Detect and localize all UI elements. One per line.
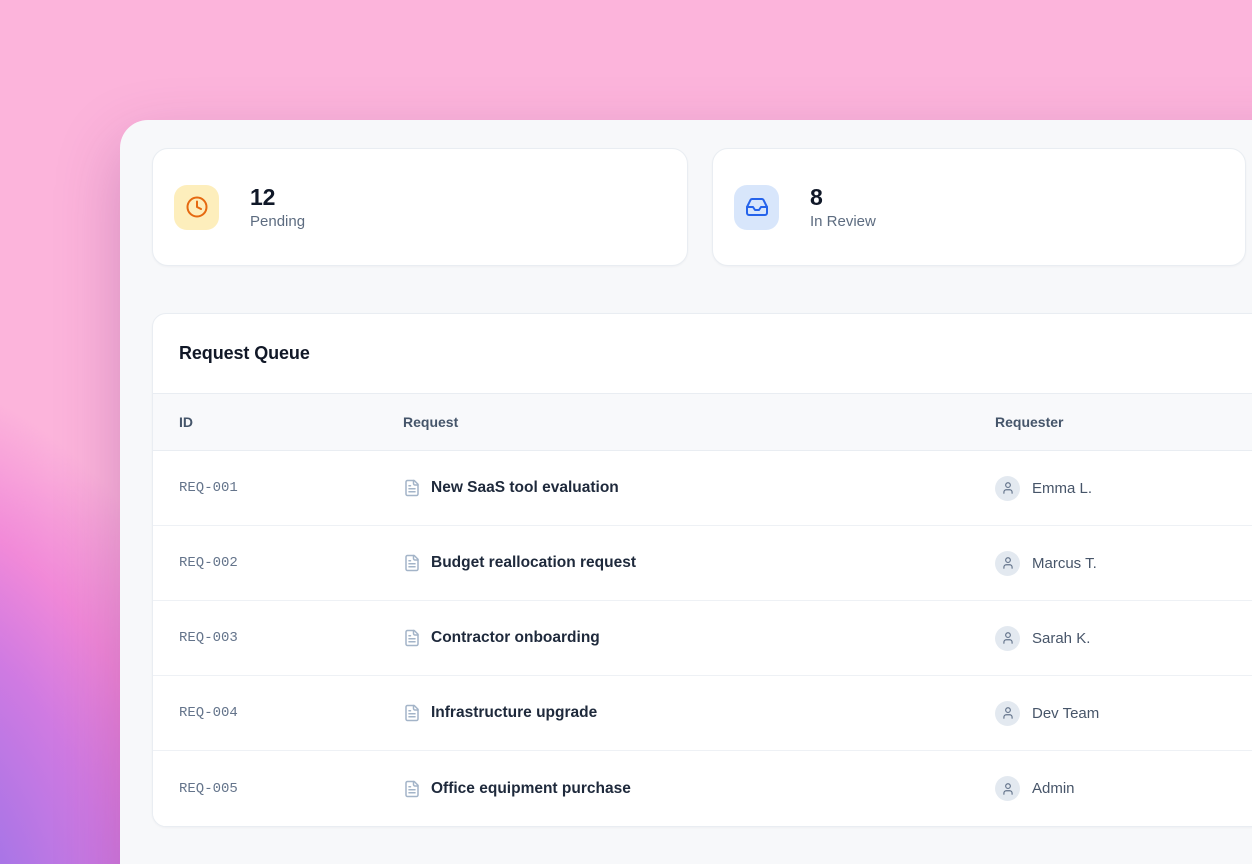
app-background: { "stats": [ { "value": "12", "label": "… <box>0 0 1252 864</box>
request-title: Contractor onboarding <box>431 629 600 647</box>
clock-icon <box>174 185 219 230</box>
stat-card-pending: 12 Pending <box>152 148 688 266</box>
document-icon <box>403 704 421 722</box>
request-cell: New SaaS tool evaluation <box>403 479 995 497</box>
request-cell: Infrastructure upgrade <box>403 704 995 722</box>
requester-cell: Dev Team <box>995 701 1252 726</box>
table-title: Request Queue <box>179 343 310 364</box>
requester-cell: Emma L. <box>995 476 1252 501</box>
user-avatar-icon <box>995 776 1020 801</box>
table-header-row: ID Request Requester <box>153 393 1252 451</box>
request-queue-card: Request Queue ID Request Requester REQ-0… <box>152 313 1252 827</box>
document-icon <box>403 629 421 647</box>
request-title: New SaaS tool evaluation <box>431 479 619 497</box>
main-panel: 12 Pending 8 In Review Request Queue ID … <box>120 120 1252 864</box>
request-cell: Office equipment purchase <box>403 780 995 798</box>
table-body: REQ-001 New SaaS tool evaluation Emma L.… <box>153 451 1252 826</box>
user-avatar-icon <box>995 476 1020 501</box>
requester-cell: Admin <box>995 776 1252 801</box>
column-header-requester: Requester <box>995 414 1252 430</box>
requester-name: Emma L. <box>1032 480 1092 497</box>
stat-text: 8 In Review <box>810 184 876 230</box>
requester-cell: Sarah K. <box>995 626 1252 651</box>
user-avatar-icon <box>995 701 1020 726</box>
request-cell: Budget reallocation request <box>403 554 995 572</box>
column-header-id: ID <box>153 414 403 430</box>
document-icon <box>403 780 421 798</box>
stat-text: 12 Pending <box>250 184 305 230</box>
request-id: REQ-003 <box>153 630 403 646</box>
inbox-icon <box>734 185 779 230</box>
request-id: REQ-002 <box>153 555 403 571</box>
requester-name: Sarah K. <box>1032 630 1090 647</box>
column-header-request: Request <box>403 414 995 430</box>
request-id: REQ-004 <box>153 705 403 721</box>
stats-row: 12 Pending 8 In Review <box>152 148 1252 266</box>
request-id: REQ-005 <box>153 781 403 797</box>
requester-name: Dev Team <box>1032 705 1099 722</box>
document-icon <box>403 479 421 497</box>
table-row-req-004[interactable]: REQ-004 Infrastructure upgrade Dev Team <box>153 676 1252 751</box>
requester-name: Marcus T. <box>1032 555 1097 572</box>
pending-count: 12 <box>250 184 305 210</box>
user-avatar-icon <box>995 626 1020 651</box>
table-title-bar: Request Queue <box>153 314 1252 393</box>
requester-cell: Marcus T. <box>995 551 1252 576</box>
pending-label: Pending <box>250 213 305 230</box>
request-id: REQ-001 <box>153 480 403 496</box>
request-title: Office equipment purchase <box>431 780 631 798</box>
table-row-req-005[interactable]: REQ-005 Office equipment purchase Admin <box>153 751 1252 826</box>
table-row-req-002[interactable]: REQ-002 Budget reallocation request Marc… <box>153 526 1252 601</box>
request-title: Budget reallocation request <box>431 554 636 572</box>
user-avatar-icon <box>995 551 1020 576</box>
request-title: Infrastructure upgrade <box>431 704 597 722</box>
in-review-label: In Review <box>810 213 876 230</box>
in-review-count: 8 <box>810 184 876 210</box>
table-row-req-003[interactable]: REQ-003 Contractor onboarding Sarah K. <box>153 601 1252 676</box>
table-row-req-001[interactable]: REQ-001 New SaaS tool evaluation Emma L. <box>153 451 1252 526</box>
requester-name: Admin <box>1032 780 1075 797</box>
stat-card-in-review: 8 In Review <box>712 148 1246 266</box>
request-cell: Contractor onboarding <box>403 629 995 647</box>
document-icon <box>403 554 421 572</box>
